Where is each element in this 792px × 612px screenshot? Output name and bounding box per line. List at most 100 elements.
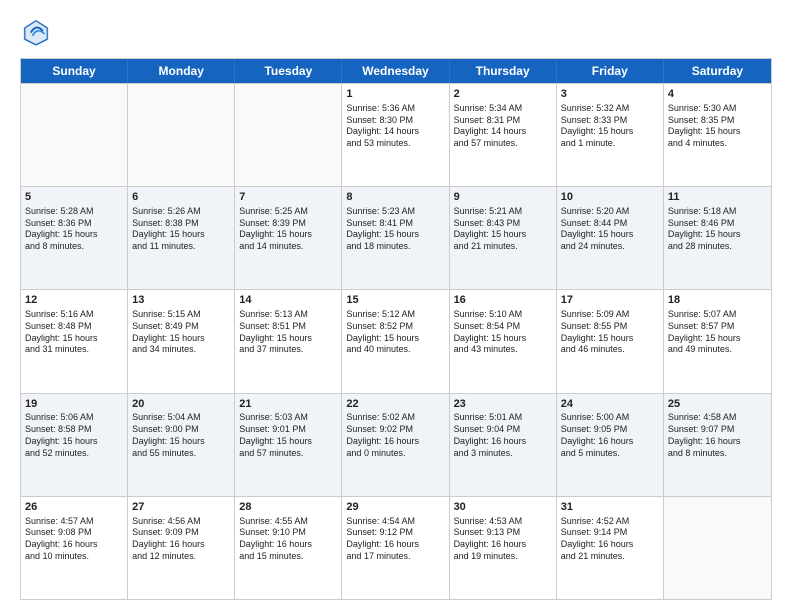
day-cell-1: 1Sunrise: 5:36 AMSunset: 8:30 PMDaylight… [342,84,449,186]
cell-line: and 37 minutes. [239,344,337,356]
day-number: 19 [25,397,123,412]
cell-line: Sunset: 8:51 PM [239,321,337,333]
day-cell-29: 29Sunrise: 4:54 AMSunset: 9:12 PMDayligh… [342,497,449,599]
cell-line: and 8 minutes. [668,448,767,460]
week-row-3: 12Sunrise: 5:16 AMSunset: 8:48 PMDayligh… [21,289,771,392]
cell-line: Sunrise: 5:02 AM [346,412,444,424]
calendar: SundayMondayTuesdayWednesdayThursdayFrid… [20,58,772,600]
cell-line: Daylight: 15 hours [25,333,123,345]
day-number: 29 [346,500,444,515]
cell-line: Sunset: 8:57 PM [668,321,767,333]
cell-line: Daylight: 14 hours [346,126,444,138]
cell-line: Daylight: 16 hours [132,539,230,551]
cell-line: Sunrise: 5:13 AM [239,309,337,321]
cell-line: Sunrise: 5:34 AM [454,103,552,115]
cell-line: Sunrise: 5:21 AM [454,206,552,218]
day-cell-25: 25Sunrise: 4:58 AMSunset: 9:07 PMDayligh… [664,394,771,496]
cell-line: Sunrise: 5:07 AM [668,309,767,321]
cell-line: Daylight: 14 hours [454,126,552,138]
cell-line: Sunrise: 5:15 AM [132,309,230,321]
day-number: 13 [132,293,230,308]
day-cell-27: 27Sunrise: 4:56 AMSunset: 9:09 PMDayligh… [128,497,235,599]
cell-line: and 19 minutes. [454,551,552,563]
cell-line: Daylight: 15 hours [25,436,123,448]
day-cell-8: 8Sunrise: 5:23 AMSunset: 8:41 PMDaylight… [342,187,449,289]
day-cell-13: 13Sunrise: 5:15 AMSunset: 8:49 PMDayligh… [128,290,235,392]
day-cell-5: 5Sunrise: 5:28 AMSunset: 8:36 PMDaylight… [21,187,128,289]
empty-cell [235,84,342,186]
day-cell-2: 2Sunrise: 5:34 AMSunset: 8:31 PMDaylight… [450,84,557,186]
cell-line: and 53 minutes. [346,138,444,150]
cell-line: Sunrise: 5:20 AM [561,206,659,218]
day-number: 30 [454,500,552,515]
empty-cell [21,84,128,186]
day-cell-7: 7Sunrise: 5:25 AMSunset: 8:39 PMDaylight… [235,187,342,289]
day-cell-4: 4Sunrise: 5:30 AMSunset: 8:35 PMDaylight… [664,84,771,186]
cell-line: Sunrise: 4:58 AM [668,412,767,424]
cell-line: Sunrise: 5:09 AM [561,309,659,321]
cell-line: and 1 minute. [561,138,659,150]
cell-line: and 49 minutes. [668,344,767,356]
day-number: 15 [346,293,444,308]
cell-line: and 10 minutes. [25,551,123,563]
cell-line: Daylight: 16 hours [346,539,444,551]
cell-line: Sunset: 9:09 PM [132,527,230,539]
cell-line: and 55 minutes. [132,448,230,460]
day-number: 10 [561,190,659,205]
day-number: 1 [346,87,444,102]
day-cell-22: 22Sunrise: 5:02 AMSunset: 9:02 PMDayligh… [342,394,449,496]
cell-line: Daylight: 15 hours [346,229,444,241]
cell-line: Sunset: 8:48 PM [25,321,123,333]
cell-line: Sunrise: 5:25 AM [239,206,337,218]
cell-line: and 34 minutes. [132,344,230,356]
cell-line: Sunset: 8:31 PM [454,115,552,127]
cell-line: Sunset: 8:41 PM [346,218,444,230]
day-number: 21 [239,397,337,412]
cell-line: Sunset: 8:39 PM [239,218,337,230]
day-cell-23: 23Sunrise: 5:01 AMSunset: 9:04 PMDayligh… [450,394,557,496]
cell-line: and 52 minutes. [25,448,123,460]
cell-line: Sunrise: 5:18 AM [668,206,767,218]
cell-line: Sunrise: 5:03 AM [239,412,337,424]
cell-line: Daylight: 15 hours [668,126,767,138]
cell-line: and 15 minutes. [239,551,337,563]
day-number: 11 [668,190,767,205]
day-cell-30: 30Sunrise: 4:53 AMSunset: 9:13 PMDayligh… [450,497,557,599]
cell-line: Sunrise: 5:06 AM [25,412,123,424]
cell-line: Sunset: 9:14 PM [561,527,659,539]
logo [20,16,58,48]
cell-line: Daylight: 16 hours [454,436,552,448]
cell-line: Sunset: 8:58 PM [25,424,123,436]
day-number: 28 [239,500,337,515]
cell-line: Sunrise: 4:53 AM [454,516,552,528]
cell-line: Daylight: 15 hours [25,229,123,241]
cell-line: and 11 minutes. [132,241,230,253]
cell-line: Sunrise: 5:01 AM [454,412,552,424]
day-number: 25 [668,397,767,412]
day-cell-16: 16Sunrise: 5:10 AMSunset: 8:54 PMDayligh… [450,290,557,392]
cell-line: and 40 minutes. [346,344,444,356]
header-day-wednesday: Wednesday [342,59,449,83]
header-day-tuesday: Tuesday [235,59,342,83]
day-number: 2 [454,87,552,102]
cell-line: Sunset: 9:05 PM [561,424,659,436]
day-number: 8 [346,190,444,205]
day-cell-10: 10Sunrise: 5:20 AMSunset: 8:44 PMDayligh… [557,187,664,289]
cell-line: Sunrise: 5:04 AM [132,412,230,424]
cell-line: Sunset: 8:43 PM [454,218,552,230]
cell-line: Sunset: 9:12 PM [346,527,444,539]
day-cell-14: 14Sunrise: 5:13 AMSunset: 8:51 PMDayligh… [235,290,342,392]
day-number: 16 [454,293,552,308]
header-day-saturday: Saturday [664,59,771,83]
cell-line: Sunset: 8:54 PM [454,321,552,333]
day-number: 5 [25,190,123,205]
day-number: 6 [132,190,230,205]
day-cell-20: 20Sunrise: 5:04 AMSunset: 9:00 PMDayligh… [128,394,235,496]
cell-line: and 12 minutes. [132,551,230,563]
cell-line: Sunrise: 5:16 AM [25,309,123,321]
cell-line: Sunset: 8:33 PM [561,115,659,127]
cell-line: Sunrise: 4:55 AM [239,516,337,528]
cell-line: Sunrise: 4:56 AM [132,516,230,528]
cell-line: Daylight: 16 hours [454,539,552,551]
day-cell-3: 3Sunrise: 5:32 AMSunset: 8:33 PMDaylight… [557,84,664,186]
